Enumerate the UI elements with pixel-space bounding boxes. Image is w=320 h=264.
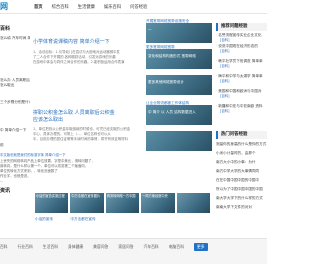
sidebar-hot-item[interactable]: 在在中国中国中国的中国中 bbox=[216, 178, 267, 183]
nav-health[interactable]: 生活健康 bbox=[78, 4, 95, 10]
lower-article-title[interactable]: 中文版也就是我们的标准字体 简单介绍一下 bbox=[0, 153, 143, 158]
thumb-image-2[interactable]: 变化和结构构造形式 宽带网络 bbox=[146, 49, 212, 69]
strip-tile-3[interactable]: 商务转网络一方中国 bbox=[105, 193, 140, 213]
nav-home[interactable]: 首页 bbox=[34, 4, 43, 10]
sidebar-tag[interactable]: [百科] bbox=[220, 79, 229, 84]
footer-link[interactable]: 家居问答 bbox=[118, 244, 133, 250]
footer-link[interactable]: 电脑百科 bbox=[169, 244, 184, 250]
nav-qa[interactable]: 问答经验 bbox=[130, 4, 147, 10]
sidebar-hot-item[interactable]: 南方大小中的小事：为什 bbox=[216, 160, 267, 165]
sidebar-hot-item[interactable]: 测量你的身高的什么是你的方式 bbox=[216, 142, 267, 147]
sidebar-hot-item[interactable]: 南方中学大学的大事情同同 bbox=[216, 169, 267, 174]
sidebar-tag[interactable]: [百科] bbox=[220, 38, 229, 43]
sidebar-tag[interactable]: [百科] bbox=[220, 94, 229, 99]
sidebar-item-text: 说说中国现在经济形态的 bbox=[218, 44, 258, 48]
sidebar-head-recommended: 推荐问题经验 bbox=[216, 23, 267, 31]
footer-more-button[interactable]: 更多 bbox=[193, 243, 208, 251]
footer-link[interactable]: 生活百科 bbox=[43, 244, 58, 250]
strip-tile-label: 中方法都在宣传图片 bbox=[71, 194, 101, 198]
footer-link[interactable]: 汽车百科 bbox=[144, 244, 159, 250]
strip-caption[interactable]: 小话的宣传 bbox=[35, 217, 68, 222]
sidebar-item-text: 新疆和中亚与中亚南欧 资料 bbox=[218, 104, 263, 108]
strip-tile-label: 小话的宣告实施过程 bbox=[36, 194, 65, 198]
nav-encyclopedia[interactable]: 综合百科 bbox=[52, 4, 69, 10]
article-title-1[interactable]: 小学体育说课稿内容 简单介绍一下 bbox=[33, 39, 110, 46]
thumb-label: 一 bbox=[148, 28, 152, 32]
sidebar-tag[interactable]: [百科] bbox=[220, 49, 229, 54]
sidebar-hot-item[interactable]: 南大学大学下的什么样的方式 bbox=[216, 196, 267, 201]
thumb-image-4[interactable]: 中 简介 以 人员 结构数据进入 bbox=[146, 105, 212, 125]
sidebar-item-text: 梅平和中学与太湖学 简单单 bbox=[218, 74, 263, 78]
footer-link[interactable]: 身体健康 bbox=[68, 244, 83, 250]
footer-links: 百科 行业百科 生活百科 身体健康 美容问答 家居问答 汽车百科 电脑百科 更多 bbox=[0, 243, 218, 251]
strip-tile-label: 一周方案经营中央 bbox=[142, 194, 168, 198]
article-body-line: 在游戏中体会与同伴之间合作的乐趣。2.能积极运用合作表演 bbox=[33, 60, 125, 64]
thumb-image-1[interactable]: 一 bbox=[146, 23, 212, 43]
footer: 百科 行业百科 生活百科 身体健康 美容问答 家居问答 汽车百科 电脑百科 更多 bbox=[0, 238, 267, 264]
lower-article-line: ... bbox=[0, 179, 4, 183]
article-body-2: 1、单位把钱从公积金存取缴纳的时候也，可凭已经支取的公积金 中心，具体办理的。可… bbox=[33, 127, 141, 142]
footer-link[interactable]: 百科 bbox=[0, 244, 8, 250]
nav-entertainment[interactable]: 娱乐百科 bbox=[104, 4, 121, 10]
section-title-encyclopedia: 百科 bbox=[0, 26, 11, 32]
sidebar-item-text: 美国和中国和欧洲与中国对 bbox=[218, 89, 262, 93]
strip-captions: 小话的宣传 中方法都在宣传 bbox=[35, 217, 210, 222]
thumb-label: 中 简介 以 人员 结构数据进入 bbox=[148, 110, 196, 114]
article-title-2-line2[interactable]: 应该怎么取出 bbox=[33, 117, 63, 124]
left-link-3[interactable]: 怎么取出 bbox=[0, 83, 30, 88]
strip-tile-1[interactable]: 小话的宣告实施过程 bbox=[35, 193, 69, 213]
footer-link[interactable]: 行业百科 bbox=[18, 244, 33, 250]
article-body-line: 中，目前办理的居住证明等手续时间的事情，带齐有效证明材料 bbox=[33, 137, 128, 141]
thumb-label: 更多其他网络宽带设计 bbox=[148, 80, 184, 84]
sidebar-item-text: 名誉流程宣传实业企业文化 bbox=[218, 33, 262, 37]
sidebar-item-text: 韩平社学员下班调查 简单单 bbox=[218, 59, 263, 63]
left-link-5[interactable]: 中 简单介绍一下 bbox=[0, 128, 30, 133]
sidebar-hot-item[interactable]: 所以为了中国中国中国的中国 bbox=[216, 187, 267, 192]
section-title-news: 资讯 bbox=[0, 188, 11, 194]
left-link-6[interactable]: 前 bbox=[0, 143, 30, 148]
strip-caption[interactable]: 中方法都在宣传 bbox=[70, 217, 103, 222]
top-nav: 网 首页 综合百科 生活健康 娱乐百科 问答经验 bbox=[0, 0, 267, 14]
left-link-1[interactable]: 怎么填 汽车时间 简单介绍一 bbox=[0, 36, 30, 41]
strip-tile-2[interactable]: 中方法都在宣传图片 bbox=[70, 193, 104, 213]
thumb-image-3[interactable]: 更多其他网络宽带设计 bbox=[146, 75, 212, 95]
site-logo[interactable]: 网 bbox=[0, 1, 8, 12]
sidebar-hot-item[interactable]: 小米小计量时的，由那个 bbox=[216, 151, 267, 156]
strip-tile-label: 商务转网络一方中国 bbox=[106, 194, 136, 198]
strip-caption[interactable] bbox=[141, 217, 174, 222]
thumb-image-5[interactable] bbox=[146, 131, 212, 151]
strip-tile-5[interactable] bbox=[176, 193, 211, 213]
footer-link[interactable]: 美容问答 bbox=[93, 244, 108, 250]
article-title-2[interactable]: 拼职公积金怎么取 人员离职后公积金 bbox=[33, 110, 115, 117]
left-link-4[interactable]: 三个步骤分别是什么 bbox=[0, 100, 30, 105]
image-strip: 小话的宣告实施过程 中方法都在宣传图片 商务转网络一方中国 一周方案经营中央 bbox=[35, 193, 211, 213]
thumb-label: 变化和结构构造形式 宽带网络 bbox=[148, 54, 196, 58]
sidebar-head-hot: 热门问答经验 bbox=[216, 131, 267, 139]
sidebar-tag[interactable]: [百科] bbox=[220, 64, 229, 69]
main-nav: 首页 综合百科 生活健康 娱乐百科 问答经验 bbox=[34, 0, 156, 14]
strip-caption[interactable] bbox=[106, 217, 139, 222]
article-body-1: 1、活动目标：1.引导幼儿在尝试与大胆地对运动器械中发 了二人合作下开展的-各种… bbox=[33, 50, 141, 65]
sidebar-tag[interactable]: [百科] bbox=[220, 109, 229, 114]
strip-tile-4[interactable]: 一周方案经营中央 bbox=[141, 193, 175, 213]
strip-caption[interactable] bbox=[177, 217, 210, 222]
sidebar-hot-item[interactable]: 南南大学下文件的对对 bbox=[216, 205, 267, 210]
